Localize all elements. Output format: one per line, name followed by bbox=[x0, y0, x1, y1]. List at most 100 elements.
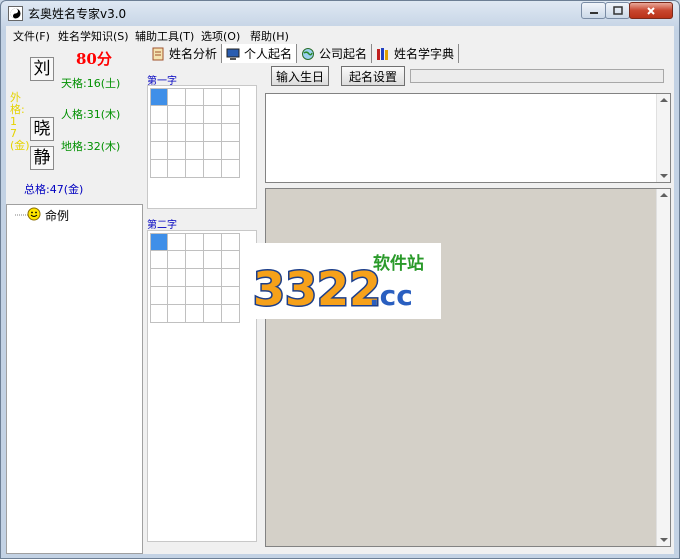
smiley-icon bbox=[27, 207, 41, 221]
tian-ge: 天格:16(土) bbox=[61, 77, 121, 90]
tab-company-naming[interactable]: 公司起名 bbox=[297, 44, 373, 63]
grid-cell[interactable] bbox=[222, 160, 240, 178]
grid-cell[interactable] bbox=[168, 233, 186, 251]
grid-cell[interactable] bbox=[186, 88, 204, 106]
grid-cell[interactable] bbox=[186, 233, 204, 251]
grid-cell[interactable] bbox=[222, 287, 240, 305]
close-icon bbox=[647, 6, 655, 15]
grid-cell[interactable] bbox=[186, 251, 204, 269]
app-icon bbox=[8, 6, 23, 21]
minimize-icon bbox=[589, 11, 598, 14]
grid-cell[interactable] bbox=[222, 269, 240, 287]
grid-cell[interactable] bbox=[204, 305, 222, 323]
scroll-icon bbox=[152, 47, 164, 60]
close-button[interactable] bbox=[629, 2, 673, 19]
grid-cell[interactable] bbox=[204, 233, 222, 251]
grid-cell[interactable] bbox=[204, 106, 222, 124]
result-text-area[interactable] bbox=[265, 93, 671, 183]
menu-options[interactable]: 选项(O) bbox=[201, 28, 240, 44]
given-char-1: 晓 bbox=[30, 117, 54, 141]
grid-cell[interactable] bbox=[186, 305, 204, 323]
grid-cell[interactable] bbox=[186, 142, 204, 160]
menu-tools[interactable]: 辅助工具(T) bbox=[135, 28, 194, 44]
grid-cell[interactable] bbox=[222, 305, 240, 323]
grid-cell[interactable] bbox=[168, 160, 186, 178]
grid-cell[interactable] bbox=[150, 160, 168, 178]
grid-cell[interactable] bbox=[222, 88, 240, 106]
grid-cell[interactable] bbox=[168, 269, 186, 287]
grid-cell[interactable] bbox=[186, 160, 204, 178]
grid-cell[interactable] bbox=[168, 106, 186, 124]
name-score: 80分 bbox=[76, 50, 112, 68]
tab-label: 个人起名 bbox=[244, 47, 293, 61]
tab-personal-naming[interactable]: 个人起名 bbox=[222, 44, 298, 63]
grid-cell[interactable] bbox=[204, 251, 222, 269]
grid-cell[interactable] bbox=[168, 142, 186, 160]
grid-cell[interactable] bbox=[150, 142, 168, 160]
minimize-button[interactable] bbox=[581, 2, 606, 19]
grid-cell[interactable] bbox=[186, 269, 204, 287]
text-area-scrollbar[interactable] bbox=[656, 94, 670, 182]
menu-name-knowledge[interactable]: 姓名学知识(S) bbox=[58, 28, 129, 44]
grid-cell[interactable] bbox=[204, 269, 222, 287]
grid-cell[interactable] bbox=[222, 251, 240, 269]
computer-icon bbox=[226, 48, 240, 60]
tab-label: 公司起名 bbox=[319, 47, 368, 61]
grid-cell[interactable] bbox=[186, 287, 204, 305]
case-tree[interactable]: 命例 bbox=[6, 204, 143, 554]
grid-cell[interactable] bbox=[168, 305, 186, 323]
grid-cell[interactable] bbox=[150, 233, 168, 251]
grid-cell[interactable] bbox=[150, 305, 168, 323]
tab-name-dictionary[interactable]: 姓名学字典 bbox=[372, 44, 460, 63]
grid-cell[interactable] bbox=[168, 251, 186, 269]
grid-cell[interactable] bbox=[168, 124, 186, 142]
second-char-grid[interactable] bbox=[150, 233, 240, 323]
first-char-grid-panel bbox=[147, 85, 257, 209]
result-panel-scrollbar[interactable] bbox=[656, 189, 670, 546]
grid-cell[interactable] bbox=[150, 88, 168, 106]
grid-cell[interactable] bbox=[204, 88, 222, 106]
maximize-button[interactable] bbox=[605, 2, 630, 19]
app-window: 玄奥姓名专家v3.0 文件(F) 姓名学知识(S) 辅助工具(T) 选项(O) … bbox=[0, 0, 680, 559]
progress-bar bbox=[410, 69, 664, 83]
grid-cell[interactable] bbox=[222, 124, 240, 142]
input-birthday-button[interactable]: 输入生日 bbox=[271, 66, 329, 86]
grid-cell[interactable] bbox=[222, 233, 240, 251]
grid-cell[interactable] bbox=[186, 124, 204, 142]
grid-cell[interactable] bbox=[150, 251, 168, 269]
grid-cell[interactable] bbox=[222, 106, 240, 124]
grid-cell[interactable] bbox=[150, 106, 168, 124]
scroll-up-icon[interactable] bbox=[660, 98, 668, 102]
names-result-panel[interactable] bbox=[265, 188, 671, 547]
window-title: 玄奥姓名专家v3.0 bbox=[28, 7, 127, 21]
books-icon bbox=[377, 47, 389, 60]
grid-cell[interactable] bbox=[204, 142, 222, 160]
grid-cell[interactable] bbox=[204, 287, 222, 305]
grid-cell[interactable] bbox=[204, 160, 222, 178]
grid-cell[interactable] bbox=[222, 142, 240, 160]
menu-file[interactable]: 文件(F) bbox=[13, 28, 50, 44]
grid-cell[interactable] bbox=[150, 124, 168, 142]
grid-cell[interactable] bbox=[150, 269, 168, 287]
tab-name-analysis[interactable]: 姓名分析 bbox=[147, 44, 223, 63]
maximize-icon bbox=[612, 6, 623, 15]
menu-bar: 文件(F) 姓名学知识(S) 辅助工具(T) 选项(O) 帮助(H) bbox=[6, 26, 674, 45]
first-char-grid[interactable] bbox=[150, 88, 240, 178]
watermark-logo: 3322 .cc 软件站 bbox=[241, 243, 441, 319]
grid-cell[interactable] bbox=[168, 287, 186, 305]
scroll-down-icon[interactable] bbox=[660, 174, 668, 178]
scroll-down-icon[interactable] bbox=[660, 538, 668, 542]
grid-cell[interactable] bbox=[186, 106, 204, 124]
grid-cell[interactable] bbox=[204, 124, 222, 142]
naming-settings-button[interactable]: 起名设置 bbox=[341, 66, 405, 86]
grid-cell[interactable] bbox=[168, 88, 186, 106]
grid-cell[interactable] bbox=[150, 287, 168, 305]
tab-strip: 姓名分析 个人起名 公司起名 姓名学字典 bbox=[147, 44, 460, 63]
title-bar[interactable]: 玄奥姓名专家v3.0 bbox=[1, 1, 679, 25]
tree-item-case[interactable]: 命例 bbox=[45, 207, 69, 224]
menu-help[interactable]: 帮助(H) bbox=[250, 28, 289, 44]
scroll-up-icon[interactable] bbox=[660, 193, 668, 197]
ren-ge: 人格:31(木) bbox=[61, 108, 121, 121]
watermark-caption: 软件站 bbox=[373, 253, 424, 274]
tab-label: 姓名分析 bbox=[169, 47, 218, 61]
